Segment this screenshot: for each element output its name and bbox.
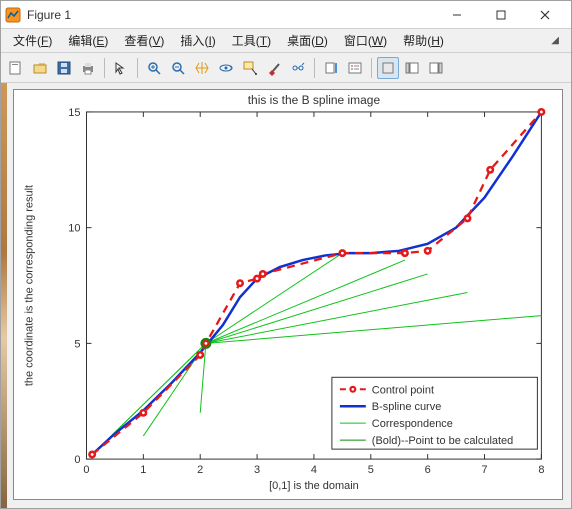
- pan-button[interactable]: [191, 57, 213, 79]
- toolbar-separator: [371, 58, 372, 78]
- menu-window[interactable]: 窗口(W): [336, 30, 395, 51]
- menu-view[interactable]: 查看(V): [116, 30, 172, 51]
- svg-text:5: 5: [74, 338, 80, 350]
- legend-entry-0: Control point: [372, 384, 434, 396]
- save-button[interactable]: [53, 57, 75, 79]
- legend[interactable]: Control point B-spline curve Corresponde…: [332, 377, 537, 449]
- link-data-button[interactable]: [287, 57, 309, 79]
- toolbar-separator: [104, 58, 105, 78]
- y-axis-label: the coordinate is the corresponding resu…: [24, 185, 36, 386]
- toolbar: [1, 53, 571, 83]
- maximize-button[interactable]: [479, 1, 523, 29]
- window-edge-decoration: [1, 83, 7, 508]
- zoom-in-button[interactable]: [143, 57, 165, 79]
- menu-desktop[interactable]: 桌面(D): [279, 30, 336, 51]
- legend-entry-2: Correspondence: [372, 418, 453, 430]
- rotate-3d-button[interactable]: [215, 57, 237, 79]
- svg-text:3: 3: [254, 464, 260, 476]
- print-button[interactable]: [77, 57, 99, 79]
- svg-text:1: 1: [140, 464, 146, 476]
- data-cursor-button[interactable]: [239, 57, 261, 79]
- open-button[interactable]: [29, 57, 51, 79]
- show-plot-tools-left-button[interactable]: [401, 57, 423, 79]
- close-button[interactable]: [523, 1, 567, 29]
- figure-area: this is the B spline image 0 1 2 3 4 5 6 7 8 0 5 1…: [1, 83, 571, 508]
- app-icon: [5, 7, 21, 23]
- titlebar: Figure 1: [1, 1, 571, 29]
- svg-text:8: 8: [538, 464, 544, 476]
- svg-text:4: 4: [311, 464, 317, 476]
- svg-text:0: 0: [74, 454, 80, 466]
- toolbar-separator: [314, 58, 315, 78]
- show-plot-tools-right-button[interactable]: [425, 57, 447, 79]
- menubar: 文件(F) 编辑(E) 查看(V) 插入(I) 工具(T) 桌面(D) 窗口(W…: [1, 29, 571, 53]
- brush-button[interactable]: [263, 57, 285, 79]
- window-title: Figure 1: [27, 8, 435, 22]
- svg-text:6: 6: [425, 464, 431, 476]
- svg-text:15: 15: [68, 107, 80, 119]
- minimize-button[interactable]: [435, 1, 479, 29]
- menu-help[interactable]: 帮助(H): [395, 30, 452, 51]
- svg-text:0: 0: [83, 464, 89, 476]
- toolbar-separator: [137, 58, 138, 78]
- svg-text:10: 10: [68, 223, 80, 235]
- x-axis-label: [0,1] is the domain: [269, 480, 359, 492]
- legend-entry-1: B-spline curve: [372, 401, 441, 413]
- hide-plot-tools-button[interactable]: [377, 57, 399, 79]
- new-figure-button[interactable]: [5, 57, 27, 79]
- edit-plot-button[interactable]: [110, 57, 132, 79]
- menubar-overflow-icon[interactable]: ◢: [551, 35, 567, 46]
- chart-svg: this is the B spline image 0 1 2 3 4 5 6 7 8 0 5 1…: [14, 90, 562, 499]
- insert-legend-button[interactable]: [344, 57, 366, 79]
- svg-text:5: 5: [368, 464, 374, 476]
- menu-file[interactable]: 文件(F): [5, 30, 60, 51]
- menu-tools[interactable]: 工具(T): [224, 30, 279, 51]
- legend-entry-3: (Bold)--Point to be calculated: [372, 435, 513, 447]
- svg-text:2: 2: [197, 464, 203, 476]
- svg-text:7: 7: [481, 464, 487, 476]
- chart-title: this is the B spline image: [248, 93, 381, 107]
- axes-panel[interactable]: this is the B spline image 0 1 2 3 4 5 6 7 8 0 5 1…: [13, 89, 563, 500]
- zoom-out-button[interactable]: [167, 57, 189, 79]
- app-window: Figure 1 文件(F) 编辑(E) 查看(V) 插入(I) 工具(T) 桌…: [0, 0, 572, 509]
- menu-insert[interactable]: 插入(I): [172, 30, 223, 51]
- menu-edit[interactable]: 编辑(E): [60, 30, 116, 51]
- insert-colorbar-button[interactable]: [320, 57, 342, 79]
